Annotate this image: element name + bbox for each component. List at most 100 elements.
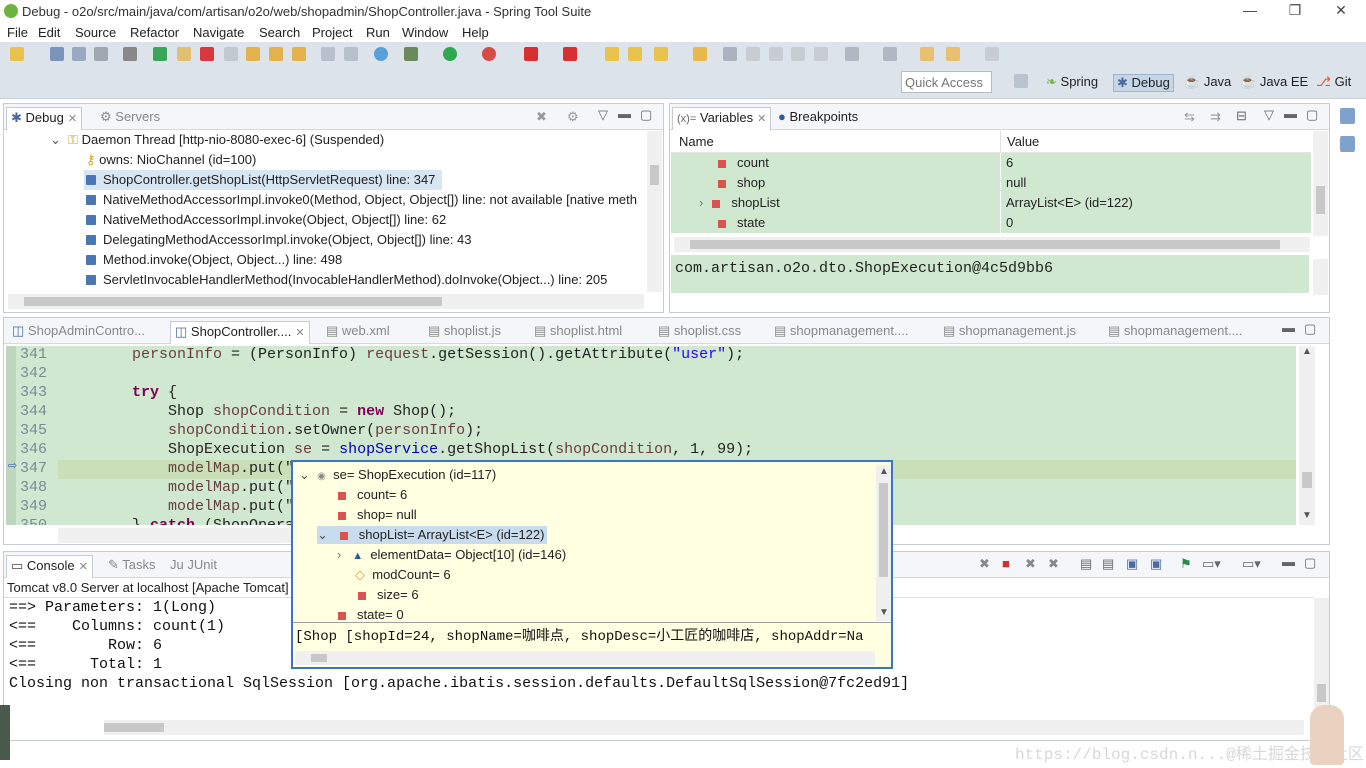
stack-frame-row[interactable]: ServletInvocableHandlerMethod(InvocableH… [86,272,607,287]
scrollbar-thumb[interactable] [1316,186,1325,214]
variable-detail-pane[interactable]: com.artisan.o2o.dto.ShopExecution@4c5d9b… [671,255,1309,293]
minimize-editor-icon[interactable]: ▬ [1282,320,1295,335]
close-icon[interactable]: ✕ [68,112,77,125]
debug-horizontal-scrollbar[interactable] [8,294,644,309]
scrollbar-thumb[interactable] [690,240,1280,249]
menu-help[interactable]: Help [462,25,489,40]
menu-run[interactable]: Run [366,25,390,40]
open-perspective-icon[interactable] [1014,74,1028,88]
toggle-mark-icon[interactable] [746,47,760,61]
maximize-view-icon[interactable]: ▢ [1306,107,1318,123]
stack-frame-row[interactable]: DelegatingMethodAccessorImpl.invoke(Obje… [86,232,472,247]
menu-navigate[interactable]: Navigate [193,25,244,40]
column-divider[interactable] [1000,131,1001,153]
close-button[interactable]: ✕ [1331,2,1351,19]
terminate-icon[interactable] [200,47,214,61]
side-outline-icon[interactable] [1340,108,1355,124]
side-hierarchy-icon[interactable] [1340,136,1355,152]
stack-frame-row[interactable]: NativeMethodAccessorImpl.invoke(Object, … [86,212,446,227]
resume-icon[interactable] [153,47,167,61]
show-logical-structure-icon[interactable]: ⇉ [1210,109,1221,125]
editor-horizontal-scrollbar[interactable] [58,528,298,543]
code-line[interactable]: try { [60,384,177,401]
code-line[interactable]: } catch (ShopOpera [60,517,294,525]
variable-row-shop[interactable]: shop [717,175,765,190]
popup-field-row[interactable]: ◇ modCount= 6 [355,567,451,583]
popup-field-row[interactable]: count= 6 [337,487,407,502]
popup-detail-text[interactable]: [Shop [shopId=24, shopName=咖啡点, shopDesc… [295,625,875,647]
print-icon[interactable] [94,47,108,61]
column-value-header[interactable]: Value [1007,134,1039,149]
tab-tasks[interactable]: ✎ Tasks [104,555,160,575]
tab-shopmanagement-1[interactable]: ▤ shopmanagement.... [770,321,912,341]
popup-root-row[interactable]: ⌄ ◉ se= ShopExecution (id=117) [299,467,496,483]
popup-field-row[interactable]: › ▲ elementData= Object[10] (id=146) [337,547,566,562]
remove-launch-icon[interactable]: ✖ [979,556,990,572]
search-icon[interactable] [654,47,668,61]
terminate-console-icon[interactable]: ■ [1002,556,1010,571]
popup-field-row[interactable]: size= 6 [357,587,419,602]
code-line[interactable]: modelMap.put(" [60,479,294,496]
code-line[interactable]: shopCondition.setOwner(personInfo); [60,422,483,439]
scroll-down-icon[interactable]: ▼ [1302,510,1312,521]
editor-vertical-scrollbar[interactable]: ▲ ▼ [1299,346,1315,525]
stack-frame-row[interactable]: Method.invoke(Object, Object...) line: 4… [86,252,342,267]
tab-breakpoints[interactable]: ● Breakpoints [774,107,862,126]
new-icon[interactable] [10,47,24,61]
popup-field-row[interactable]: state= 0 [337,607,404,622]
close-icon[interactable]: ✕ [757,112,766,125]
tab-shoplist-js[interactable]: ▤ shoplist.js [424,321,505,341]
code-line[interactable]: modelMap.put(" [60,460,294,477]
popup-vertical-scrollbar[interactable]: ▲ ▼ [876,465,891,621]
perspective-java[interactable]: ☕ Java [1184,74,1231,90]
menu-edit[interactable]: Edit [38,25,60,40]
perspective-git[interactable]: ⎇ Git [1316,74,1351,90]
scrollbar-thumb[interactable] [311,654,327,662]
scroll-up-icon[interactable]: ▲ [879,466,889,477]
maximize-button[interactable]: ❐ [1285,2,1305,19]
breakpoint-ruler[interactable] [6,346,16,525]
minimize-button[interactable]: — [1240,2,1260,18]
tab-shopmanagement-js[interactable]: ▤ shopmanagement.js [939,321,1080,341]
scrollbar-thumb[interactable] [1317,684,1326,702]
remove-terminated-icon[interactable]: ✖ [536,109,547,125]
step-over-icon[interactable] [269,47,283,61]
stack-frame-row-selected[interactable]: ShopController.getShopList(HttpServletRe… [84,170,442,190]
code-line[interactable]: ShopExecution se = shopService.getShopLi… [60,441,753,458]
save-icon[interactable] [50,47,64,61]
block-selection-icon[interactable] [791,47,805,61]
step-into-icon[interactable] [246,47,260,61]
show-console-stderr-icon[interactable]: ▣ [1150,556,1162,572]
collapse-all-icon[interactable]: ⊟ [1236,108,1247,124]
popup-horizontal-scrollbar[interactable] [295,651,875,665]
side-handle[interactable] [0,705,10,760]
variable-row-shoplist[interactable]: › shopList [699,195,780,210]
debug-icon[interactable] [404,47,418,61]
variables-vertical-scrollbar[interactable] [1313,131,1328,236]
menu-window[interactable]: Window [402,25,448,40]
forward-icon[interactable] [985,47,999,61]
menu-file[interactable]: File [7,25,28,40]
minimize-view-icon[interactable]: ▬ [618,106,631,121]
chevron-right-icon[interactable]: › [337,547,341,562]
owns-monitor-row[interactable]: ⚷ owns: NioChannel (id=100) [86,152,256,168]
maximize-editor-icon[interactable]: ▢ [1304,321,1316,337]
menu-refactor[interactable]: Refactor [130,25,179,40]
menu-source[interactable]: Source [75,25,116,40]
inspect-hover-popup[interactable]: ⌄ ◉ se= ShopExecution (id=117) count= 6 … [291,460,893,669]
prev-annotation-icon[interactable] [883,47,897,61]
save-all-icon[interactable] [72,47,86,61]
tab-console[interactable]: ▭ Console ✕ [6,555,93,578]
tab-servers[interactable]: ⚙ Servers [96,107,164,127]
scrollbar-thumb[interactable] [879,483,888,577]
menu-project[interactable]: Project [312,25,352,40]
maximize-view-icon[interactable]: ▢ [1304,555,1316,571]
popup-field-row[interactable]: shop= null [337,507,417,522]
tab-shopadmincontroller[interactable]: ◫ ShopAdminContro... [8,321,149,341]
open-console-icon[interactable]: ▭▾ [1242,556,1261,572]
menu-search[interactable]: Search [259,25,300,40]
tab-shoplist-html[interactable]: ▤ shoplist.html [530,321,626,341]
back-icon[interactable] [946,47,960,61]
minimize-view-icon[interactable]: ▬ [1284,106,1297,121]
open-type-icon[interactable] [605,47,619,61]
